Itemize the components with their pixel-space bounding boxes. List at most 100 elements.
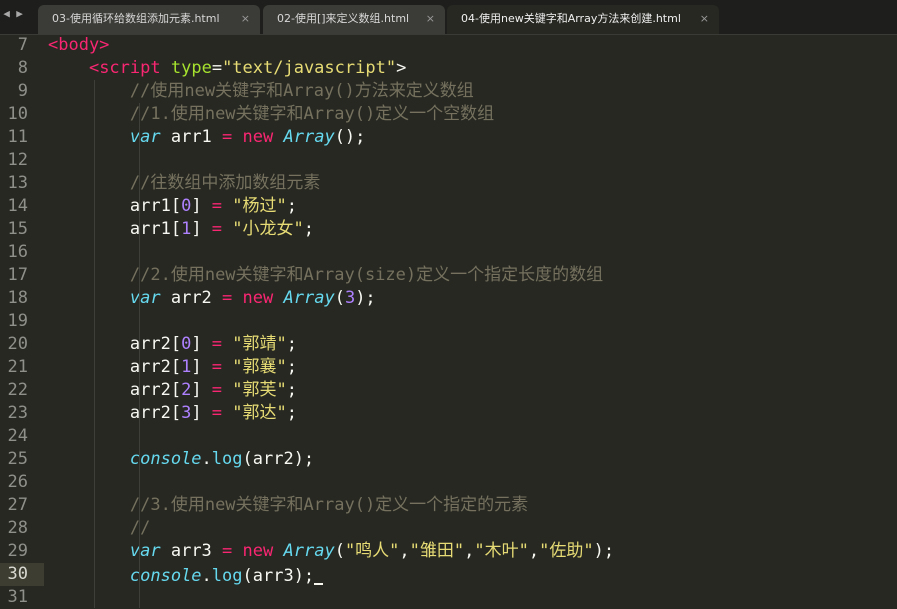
line-number: 22 — [7, 380, 28, 400]
code-line[interactable]: 27 //3.使用new关键字和Array()定义一个指定的元素 — [0, 494, 897, 517]
code-line[interactable]: 28 // — [0, 517, 897, 540]
code-token: = — [211, 219, 223, 239]
code-token: = — [211, 58, 223, 78]
code-line[interactable]: 24 — [0, 425, 897, 448]
code-token: = — [222, 541, 233, 561]
code-token: = — [222, 127, 233, 147]
code-text: arr2[2] = "郭芙"; — [48, 379, 297, 402]
code-editor[interactable]: 7 <body> 8 <script type="text/javascript">… — [0, 34, 897, 608]
code-line[interactable]: 26 — [0, 471, 897, 494]
code-token: , — [399, 541, 410, 561]
code-line[interactable]: 15 arr1[1] = "小龙女"; — [0, 218, 897, 241]
code-token: "木叶" — [474, 541, 529, 561]
code-line[interactable]: 16 — [0, 241, 897, 264]
line-number: 27 — [7, 495, 28, 515]
line-number: 26 — [7, 472, 28, 492]
close-icon[interactable]: × — [700, 5, 709, 32]
code-line[interactable]: 31 — [0, 586, 897, 609]
code-line[interactable]: 29 var arr3 = new Array("鸣人","雏田","木叶","… — [0, 540, 897, 563]
code-line[interactable]: 8 <script type="text/javascript"> — [0, 57, 897, 80]
code-token: = — [211, 357, 223, 377]
code-token: Array — [283, 288, 335, 308]
code-token: ( — [334, 288, 345, 308]
close-icon[interactable]: × — [426, 5, 435, 32]
code-token: ; — [286, 380, 298, 400]
code-text: arr1[1] = "小龙女"; — [48, 218, 314, 241]
close-icon[interactable]: × — [241, 5, 250, 32]
code-line[interactable]: 10 //1.使用new关键字和Array()定义一个空数组 — [0, 103, 897, 126]
line-number: 24 — [7, 426, 28, 446]
code-line[interactable]: 30 console.log(arr3); — [0, 563, 897, 586]
code-token: , — [528, 541, 540, 561]
code-token: ; — [286, 357, 298, 377]
line-number: 25 — [7, 449, 28, 469]
code-token: = — [211, 196, 223, 216]
code-line[interactable]: 11 var arr1 = new Array(); — [0, 126, 897, 149]
code-text: //往数组中添加数组元素 — [48, 172, 320, 195]
code-token: ] — [191, 219, 212, 239]
code-line[interactable]: 20 arr2[0] = "郭靖"; — [0, 333, 897, 356]
code-token: //往数组中添加数组元素 — [129, 173, 321, 193]
code-token: ; — [303, 219, 315, 239]
code-token: 1 — [181, 357, 192, 377]
line-number: 12 — [7, 150, 28, 170]
code-line[interactable]: 9 //使用new关键字和Array()方法来定义数组 — [0, 80, 897, 103]
tab-03[interactable]: 03-使用循环给数组添加元素.html × — [38, 5, 260, 34]
code-token: log — [211, 566, 243, 586]
code-line[interactable]: 23 arr2[3] = "郭达"; — [0, 402, 897, 425]
code-line[interactable]: 25 console.log(arr2); — [0, 448, 897, 471]
code-line[interactable]: 12 — [0, 149, 897, 172]
code-line[interactable]: 14 arr1[0] = "杨过"; — [0, 195, 897, 218]
tab-label: 03-使用循环给数组添加元素.html — [52, 12, 220, 25]
code-token: > — [396, 58, 407, 78]
code-token: arr1 — [160, 127, 223, 147]
code-token: 0 — [181, 334, 192, 354]
code-text: arr1[0] = "杨过"; — [48, 195, 297, 218]
line-number: 7 — [17, 35, 28, 55]
code-text: var arr2 = new Array(3); — [48, 287, 376, 310]
text-cursor — [314, 563, 324, 585]
line-number: 19 — [7, 311, 28, 331]
tab-scroll-right-icon[interactable]: ▶ — [13, 7, 26, 20]
code-token: log — [211, 449, 243, 469]
code-token: var — [129, 127, 161, 147]
code-token: ; — [286, 196, 298, 216]
line-number: 28 — [7, 518, 28, 538]
code-line[interactable]: 17 //2.使用new关键字和Array(size)定义一个指定长度的数组 — [0, 264, 897, 287]
line-number: 14 — [7, 196, 28, 216]
code-token: arr2[ — [48, 380, 182, 400]
tab-nav: ◀ ▶ — [0, 7, 28, 25]
code-token: Array — [283, 127, 335, 147]
tab-04-active[interactable]: 04-使用new关键字和Array方法来创建.html × — [447, 5, 719, 34]
code-line[interactable]: 19 — [0, 310, 897, 333]
code-token: ( — [334, 541, 345, 561]
code-text: arr2[3] = "郭达"; — [48, 402, 297, 425]
code-token: ] — [191, 334, 212, 354]
code-line[interactable]: 7 <body> — [0, 34, 897, 57]
tab-scroll-left-icon[interactable]: ◀ — [0, 7, 13, 20]
tab-02[interactable]: 02-使用[]来定义数组.html × — [263, 5, 445, 34]
code-token: "text/javascript" — [222, 58, 397, 78]
code-line[interactable]: 21 arr2[1] = "郭襄"; — [0, 356, 897, 379]
code-line[interactable]: 22 arr2[2] = "郭芙"; — [0, 379, 897, 402]
code-line[interactable]: 18 var arr2 = new Array(3); — [0, 287, 897, 310]
code-text: //1.使用new关键字和Array()定义一个空数组 — [48, 103, 494, 126]
line-number: 15 — [7, 219, 28, 239]
line-number: 16 — [7, 242, 28, 262]
code-token: "郭达" — [232, 403, 287, 423]
code-token: "小龙女" — [232, 219, 304, 239]
code-token: "郭襄" — [232, 357, 287, 377]
code-line[interactable]: 13 //往数组中添加数组元素 — [0, 172, 897, 195]
line-number: 21 — [7, 357, 28, 377]
